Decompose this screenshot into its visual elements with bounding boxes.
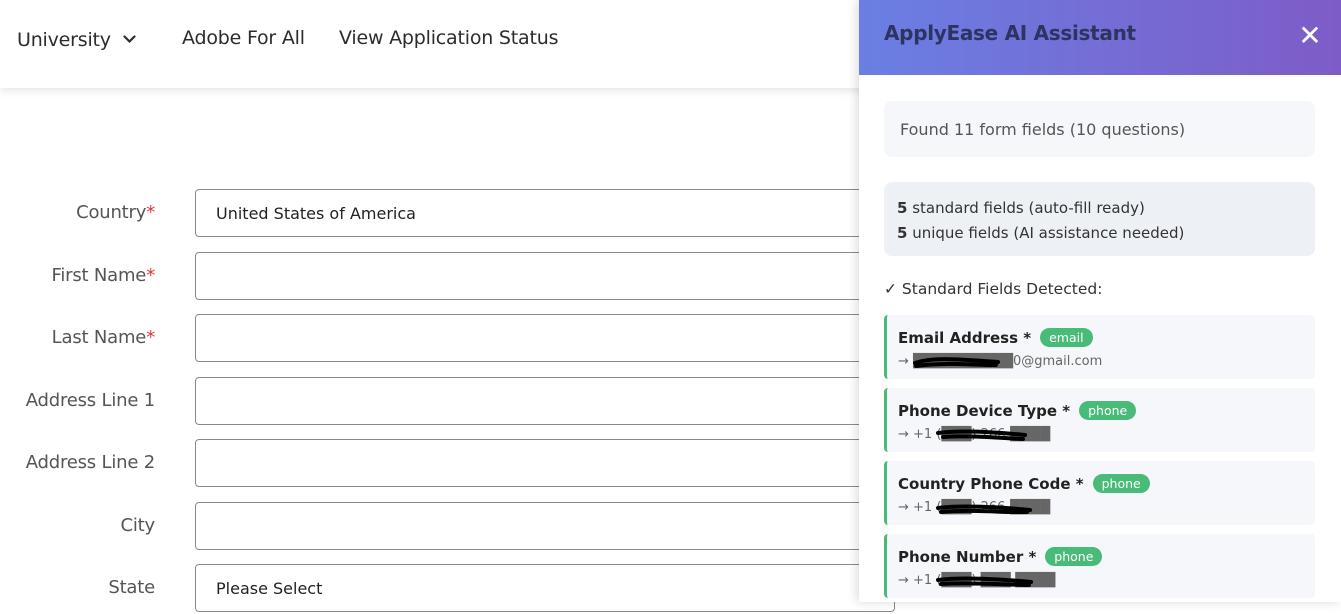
field-name: Phone Device Type * phone	[898, 401, 1137, 420]
form-row-country: Country* United States of America	[0, 189, 895, 239]
field-card-country-phone-code[interactable]: Country Phone Code * phone → +1 (███) 266…	[884, 461, 1315, 525]
required-marker: *	[146, 202, 155, 223]
assistant-header: ApplyEase AI Assistant ✕	[859, 0, 1341, 75]
address-line-2-label: Address Line 2	[25, 452, 155, 473]
field-card-email[interactable]: Email Address * email → ██████████0@gmail…	[884, 315, 1315, 379]
state-label: State	[108, 577, 155, 598]
unique-text: unique fields (AI assistance needed)	[912, 224, 1185, 242]
field-value: → ██████████0@gmail.com	[898, 354, 1103, 369]
field-stats: 5 standard fields (auto-fill ready) 5 un…	[884, 182, 1315, 256]
assistant-title: ApplyEase AI Assistant	[884, 21, 1136, 45]
field-name: Phone Number * phone	[898, 547, 1103, 566]
first-name-input[interactable]	[195, 252, 895, 300]
nav-university-dropdown[interactable]: University	[17, 27, 136, 51]
address-line-1-input[interactable]	[195, 377, 895, 425]
nav-university-label: University	[17, 29, 111, 51]
city-label: City	[120, 515, 156, 536]
state-select[interactable]: Please Select	[195, 564, 895, 612]
required-marker: *	[146, 327, 155, 348]
standard-fields-heading: ✓ Standard Fields Detected:	[884, 280, 1103, 298]
field-name: Country Phone Code * phone	[898, 474, 1150, 493]
standard-fields-stat: 5 standard fields (auto-fill ready)	[897, 199, 1145, 217]
standard-text: standard fields (auto-fill ready)	[912, 199, 1145, 217]
address-line-2-input[interactable]	[195, 439, 895, 487]
assistant-panel: ApplyEase AI Assistant ✕ Found 11 form f…	[859, 0, 1341, 602]
form-row-state: State Please Select	[0, 564, 895, 614]
form-summary-text: Found 11 form fields (10 questions)	[900, 120, 1186, 139]
unique-count: 5	[897, 224, 908, 242]
form-row-address-line-1: Address Line 1	[0, 377, 895, 427]
form-row-first-name: First Name*	[0, 252, 895, 302]
field-value: → +1 (███) 266-████	[898, 500, 1051, 515]
field-type-badge: email	[1040, 328, 1093, 347]
last-name-label: Last Name*	[51, 327, 156, 348]
field-value: → +1 (███) 266-████	[898, 427, 1051, 442]
nav-view-application-status-link[interactable]: View Application Status	[339, 27, 558, 49]
field-name: Email Address * email	[898, 328, 1093, 347]
close-icon[interactable]: ✕	[1295, 21, 1325, 51]
field-value: → +1 (███) ███-████	[898, 573, 1056, 588]
address-line-1-label: Address Line 1	[25, 390, 155, 411]
last-name-input[interactable]	[195, 314, 895, 362]
city-input[interactable]	[195, 502, 895, 550]
form-summary: Found 11 form fields (10 questions)	[884, 101, 1315, 157]
form-row-city: City	[0, 502, 895, 552]
nav-adobe-for-all-link[interactable]: Adobe For All	[182, 27, 305, 49]
first-name-label: First Name*	[51, 265, 155, 286]
unique-fields-stat: 5 unique fields (AI assistance needed)	[897, 224, 1184, 242]
field-type-badge: phone	[1092, 474, 1150, 493]
standard-count: 5	[897, 199, 908, 217]
field-card-phone-number[interactable]: Phone Number * phone → +1 (███) ███-████	[884, 534, 1315, 598]
field-type-badge: phone	[1079, 401, 1137, 420]
country-select[interactable]: United States of America	[195, 189, 895, 237]
form-row-last-name: Last Name*	[0, 314, 895, 364]
field-card-phone-device-type[interactable]: Phone Device Type * phone → +1 (███) 266-…	[884, 388, 1315, 452]
required-marker: *	[146, 265, 155, 286]
chevron-down-icon	[123, 27, 136, 49]
country-label: Country*	[76, 202, 155, 223]
field-type-badge: phone	[1045, 547, 1103, 566]
form-row-address-line-2: Address Line 2	[0, 439, 895, 489]
